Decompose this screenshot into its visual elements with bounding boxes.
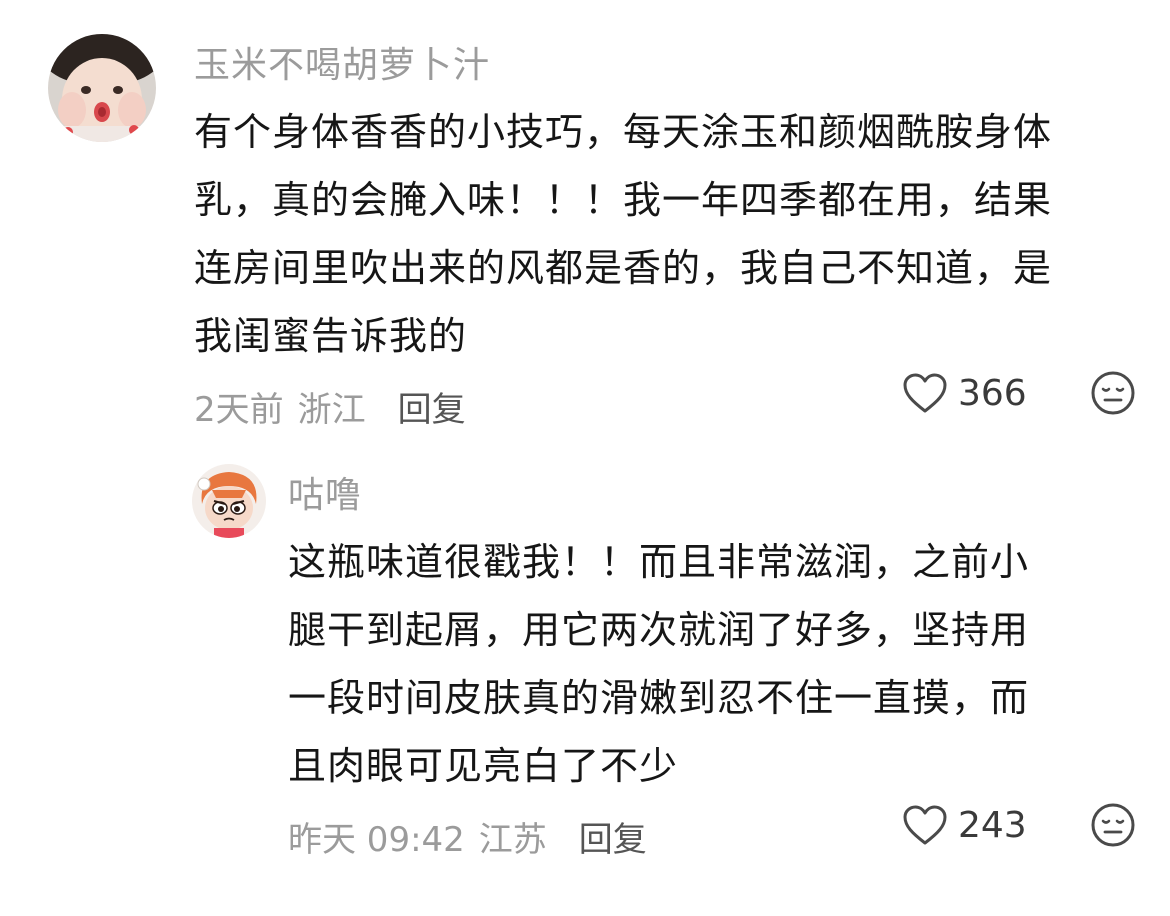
comment-location: 浙江 [297, 389, 366, 430]
reply-button[interactable]: 回复 [398, 382, 466, 431]
baby-avatar[interactable] [48, 34, 156, 142]
comment-text-line: 且肉眼可见亮白了不少 [288, 744, 679, 788]
comment-thread: 玉米不喝胡萝卜汁 有个身体香香的小技巧，每天涂玉和颜烟酰胺身体 乳，真的会腌入味… [0, 0, 1170, 916]
reply-button[interactable]: 回复 [579, 812, 647, 861]
comment-text-line: 有个身体香香的小技巧，每天涂玉和颜烟酰胺身体 [194, 110, 1053, 154]
comment-time: 昨天 09:42 [288, 819, 465, 860]
dislike-face-icon[interactable] [1090, 370, 1136, 416]
comment-text-line: 腿干到起屑，用它两次就润了好多，坚持用 [288, 608, 1030, 652]
comment-text-line: 我闺蜜告诉我的 [194, 314, 468, 358]
comment-text-line: 连房间里吹出来的风都是香的，我自己不知道，是 [194, 246, 1053, 290]
comment-actions: 366 [902, 370, 1136, 416]
comment-text-line: 这瓶味道很戳我！！而且非常滋润，之前小 [288, 540, 1030, 584]
username[interactable]: 咕噜 [288, 464, 1108, 528]
like-button[interactable]: 243 [902, 804, 1028, 846]
comment-time: 2天前 [194, 389, 284, 430]
comment-text-line: 乳，真的会腌入味！！！我一年四季都在用，结果 [194, 178, 1053, 222]
heart-icon [903, 805, 947, 845]
username[interactable]: 玉米不喝胡萝卜汁 [194, 34, 1114, 98]
dislike-face-icon[interactable] [1090, 802, 1136, 848]
comment-text[interactable]: 有个身体香香的小技巧，每天涂玉和颜烟酰胺身体 乳，真的会腌入味！！！我一年四季都… [194, 98, 1114, 370]
like-count: 366 [958, 372, 1027, 414]
comment-text-line: 一段时间皮肤真的滑嫩到忍不住一直摸，而 [288, 676, 1030, 720]
like-count: 243 [958, 804, 1027, 846]
heart-icon [903, 373, 947, 413]
like-button[interactable]: 366 [902, 372, 1028, 414]
cartoon-girl-avatar[interactable] [192, 464, 266, 538]
comment-actions: 243 [902, 802, 1136, 848]
comment-location: 江苏 [478, 819, 547, 860]
comment-text[interactable]: 这瓶味道很戳我！！而且非常滋润，之前小 腿干到起屑，用它两次就润了好多，坚持用 … [288, 528, 1108, 800]
